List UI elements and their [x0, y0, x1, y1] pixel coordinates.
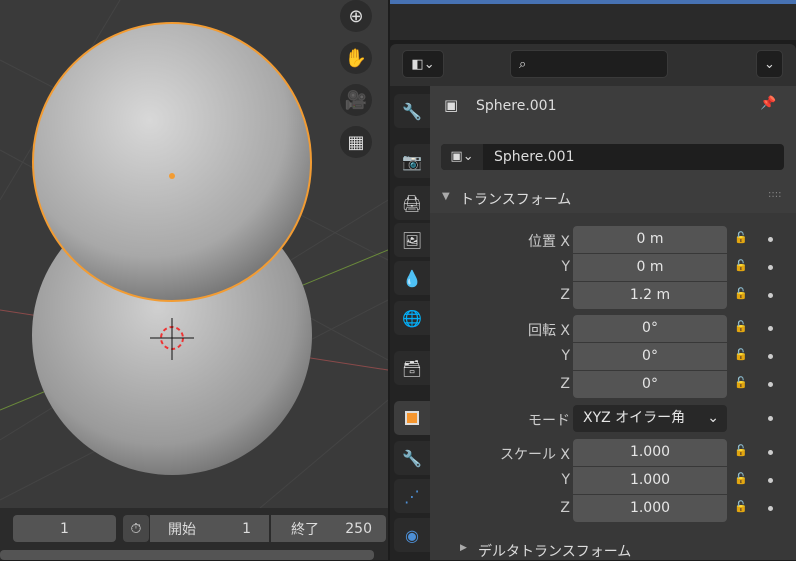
rotation-y-field[interactable]: 0°	[573, 343, 727, 370]
options-dropdown[interactable]: ⌄	[756, 50, 783, 78]
grid-icon[interactable]: ▦	[340, 126, 372, 158]
properties-header: ◧⌄ ⌕ ⌄	[390, 44, 796, 86]
scale-x-row: スケール X 1.000 🔓	[430, 439, 796, 466]
3d-viewport[interactable]: ⊕ ✋ 🎥 ▦	[0, 0, 388, 508]
rotation-z-row: Z 0° 🔓	[430, 371, 796, 398]
particles-tab-icon[interactable]: ⋰	[394, 479, 430, 513]
zoom-icon[interactable]: ⊕	[340, 0, 372, 32]
lock-icon[interactable]: 🔓	[734, 231, 748, 245]
object-tab-icon[interactable]	[394, 401, 430, 435]
lock-icon[interactable]: 🔓	[734, 444, 748, 458]
current-frame-field[interactable]: 1	[13, 515, 116, 542]
properties-editor: ◧⌄ ⌕ ⌄ 🔧 📷 🖨 🖼 💧 🌐 🗃 🔧 ⋰ ◉ ▣ Sphere.001 …	[390, 0, 796, 560]
location-x-field[interactable]: 0 m	[573, 226, 727, 253]
keyframe-dot[interactable]	[768, 326, 773, 331]
rotation-mode-row: モード XYZ オイラー角 ⌄	[430, 405, 796, 432]
rotation-z-field[interactable]: 0°	[573, 371, 727, 398]
scale-y-row: Y 1.000 🔓	[430, 467, 796, 494]
selected-sphere-object	[32, 22, 312, 302]
modifier-tab-icon[interactable]: 🔧	[394, 441, 430, 475]
object-icon: ▣	[444, 96, 459, 114]
object-properties: ▣ Sphere.001 📌 ▣⌄ Sphere.001 ▼ トランスフォーム …	[430, 86, 796, 560]
keyframe-dot[interactable]	[768, 354, 773, 359]
editor-type-button[interactable]: ◧⌄	[402, 50, 444, 78]
start-frame-field[interactable]: 開始 1	[150, 515, 269, 542]
location-y-field[interactable]: 0 m	[573, 254, 727, 281]
chevron-down-icon: ⌄	[707, 410, 719, 426]
viewport-scene	[0, 0, 388, 508]
transform-panel-header[interactable]: ▼ トランスフォーム ::::	[430, 186, 796, 212]
hand-icon[interactable]: ✋	[340, 42, 372, 74]
rotation-x-row: 回転 X 0° 🔓	[430, 315, 796, 342]
collapse-triangle-icon: ▼	[442, 191, 450, 202]
keyframe-dot[interactable]	[768, 265, 773, 270]
view-layer-tab-icon[interactable]: 🖼	[394, 223, 430, 257]
end-frame-field[interactable]: 終了 250	[271, 515, 386, 542]
expand-triangle-icon: ▶	[460, 543, 467, 553]
object-name-label: Sphere.001	[476, 98, 557, 114]
physics-tab-icon[interactable]: ◉	[394, 518, 430, 552]
lock-icon[interactable]: 🔓	[734, 348, 748, 362]
tool-tab-icon[interactable]: 🔧	[394, 94, 430, 128]
lock-icon[interactable]: 🔓	[734, 376, 748, 390]
keyframe-dot[interactable]	[768, 416, 773, 421]
lock-icon[interactable]: 🔓	[734, 259, 748, 273]
keyframe-dot[interactable]	[768, 450, 773, 455]
object-type-dropdown[interactable]: ▣⌄	[441, 144, 483, 170]
scale-z-field[interactable]: 1.000	[573, 495, 727, 522]
scale-z-row: Z 1.000 🔓	[430, 495, 796, 522]
scale-x-field[interactable]: 1.000	[573, 439, 727, 466]
top-area	[390, 0, 796, 40]
rotation-y-row: Y 0° 🔓	[430, 343, 796, 370]
timeline-scrollbar[interactable]	[0, 550, 374, 560]
keyframe-dot[interactable]	[768, 506, 773, 511]
location-y-row: Y0 m 🔓	[430, 254, 796, 281]
stopwatch-icon[interactable]: ⏱	[123, 515, 149, 542]
rotation-mode-dropdown[interactable]: XYZ オイラー角 ⌄	[573, 405, 727, 432]
rotation-x-field[interactable]: 0°	[573, 315, 727, 342]
properties-tabs: 🔧 📷 🖨 🖼 💧 🌐 🗃 🔧 ⋰ ◉	[390, 86, 430, 560]
keyframe-dot[interactable]	[768, 382, 773, 387]
pin-icon[interactable]: 📌	[760, 96, 776, 111]
location-z-field[interactable]: 1.2 m	[573, 282, 727, 309]
lock-icon[interactable]: 🔓	[734, 500, 748, 514]
keyframe-dot[interactable]	[768, 237, 773, 242]
lock-icon[interactable]: 🔓	[734, 472, 748, 486]
keyframe-dot[interactable]	[768, 478, 773, 483]
keyframe-dot[interactable]	[768, 293, 773, 298]
scene-tab-icon[interactable]: 💧	[394, 261, 430, 295]
world-tab-icon[interactable]: 🌐	[394, 301, 430, 335]
lock-icon[interactable]: 🔓	[734, 287, 748, 301]
render-tab-icon[interactable]: 📷	[394, 144, 430, 178]
scale-y-field[interactable]: 1.000	[573, 467, 727, 494]
search-icon: ⌕	[519, 56, 527, 72]
lock-icon[interactable]: 🔓	[734, 320, 748, 334]
collection-tab-icon[interactable]: 🗃	[394, 351, 430, 385]
location-z-row: Z 1.2 m 🔓	[430, 282, 796, 309]
delta-transform-panel-header[interactable]: ▶ デルタトランスフォーム	[430, 538, 796, 560]
location-x-row: 位置 X0 m 🔓	[430, 226, 796, 253]
camera-icon[interactable]: 🎥	[340, 84, 372, 116]
search-input[interactable]: ⌕	[510, 50, 668, 78]
object-origin	[169, 173, 175, 179]
object-name-field[interactable]: ▣⌄ Sphere.001	[441, 144, 784, 170]
drag-handle-icon[interactable]: ::::	[768, 189, 781, 200]
output-tab-icon[interactable]: 🖨	[394, 186, 430, 220]
